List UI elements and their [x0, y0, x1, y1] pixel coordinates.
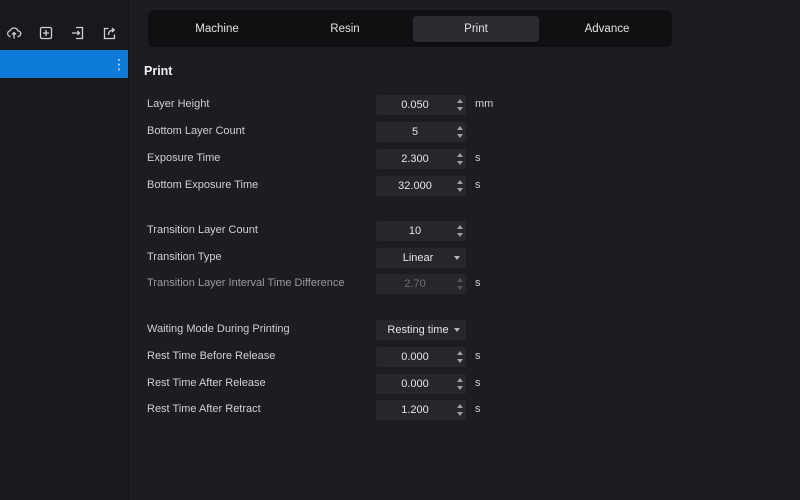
transition-interval-input: 2.70 [376, 274, 466, 294]
rest-after-retract-unit: s [475, 403, 481, 415]
rest-after-retract-row: Rest Time After Retract 1.200 s [147, 400, 567, 420]
rest-after-retract-input[interactable]: 1.200 [376, 400, 466, 420]
increment-arrow-icon[interactable] [455, 223, 464, 231]
waiting-mode-value[interactable]: Resting time [376, 320, 460, 340]
bottom-layer-count-input[interactable]: 5 [376, 122, 466, 142]
transition-type-select[interactable]: Linear [376, 248, 466, 268]
layer-height-value[interactable]: 0.050 [376, 95, 454, 115]
decrement-arrow-icon[interactable] [455, 132, 464, 140]
rest-before-release-value[interactable]: 0.000 [376, 347, 454, 367]
bottom-exposure-time-value[interactable]: 32.000 [376, 176, 454, 196]
transition-layer-count-row: Transition Layer Count 10 [147, 221, 567, 241]
tab-print[interactable]: Print [413, 16, 539, 42]
transition-layer-count-label: Transition Layer Count [147, 224, 258, 236]
bottom-layer-count-row: Bottom Layer Count 5 [147, 122, 567, 142]
transition-interval-unit: s [475, 277, 481, 289]
waiting-mode-row: Waiting Mode During Printing Resting tim… [147, 320, 567, 340]
decrement-arrow-icon[interactable] [455, 186, 464, 194]
decrement-arrow-icon[interactable] [455, 231, 464, 239]
increment-arrow-icon[interactable] [455, 349, 464, 357]
layer-height-row: Layer Height 0.050 mm [147, 95, 567, 115]
exposure-time-row: Exposure Time 2.300 s [147, 149, 567, 169]
decrement-arrow-icon[interactable] [455, 105, 464, 113]
exposure-time-unit: s [475, 152, 481, 164]
transition-interval-label: Transition Layer Interval Time Differenc… [147, 277, 345, 289]
increment-arrow-icon[interactable] [455, 178, 464, 186]
export-icon[interactable] [101, 24, 119, 42]
tab-machine[interactable]: Machine [154, 16, 280, 42]
bottom-layer-count-value[interactable]: 5 [376, 122, 454, 142]
import-icon[interactable] [69, 24, 87, 42]
increment-arrow-icon[interactable] [455, 402, 464, 410]
tab-resin[interactable]: Resin [282, 16, 408, 42]
increment-arrow-icon[interactable] [455, 151, 464, 159]
rest-after-release-row: Rest Time After Release 0.000 s [147, 374, 567, 394]
exposure-time-value[interactable]: 2.300 [376, 149, 454, 169]
sidebar-toolbar [0, 24, 128, 42]
rest-after-release-unit: s [475, 377, 481, 389]
bottom-exposure-time-row: Bottom Exposure Time 32.000 s [147, 176, 567, 196]
transition-layer-count-input[interactable]: 10 [376, 221, 466, 241]
chevron-down-icon[interactable] [454, 256, 460, 260]
sidebar: ⋮ [0, 0, 129, 500]
rest-after-release-value[interactable]: 0.000 [376, 374, 454, 394]
section-title: Print [144, 64, 173, 78]
settings-tabbar: Machine Resin Print Advance [148, 10, 672, 47]
add-profile-icon[interactable] [37, 24, 55, 42]
transition-interval-row: Transition Layer Interval Time Differenc… [147, 274, 567, 294]
increment-arrow-icon [455, 276, 464, 284]
increment-arrow-icon[interactable] [455, 376, 464, 384]
increment-arrow-icon[interactable] [455, 124, 464, 132]
rest-after-retract-value[interactable]: 1.200 [376, 400, 454, 420]
decrement-arrow-icon[interactable] [455, 384, 464, 392]
waiting-mode-select[interactable]: Resting time [376, 320, 466, 340]
chevron-down-icon[interactable] [454, 328, 460, 332]
bottom-exposure-time-label: Bottom Exposure Time [147, 179, 259, 191]
exposure-time-input[interactable]: 2.300 [376, 149, 466, 169]
transition-type-value[interactable]: Linear [376, 248, 460, 268]
transition-type-label: Transition Type [147, 251, 222, 263]
exposure-time-label: Exposure Time [147, 152, 221, 164]
layer-height-label: Layer Height [147, 98, 210, 110]
rest-before-release-label: Rest Time Before Release [147, 350, 276, 362]
rest-after-release-label: Rest Time After Release [147, 377, 266, 389]
rest-after-retract-label: Rest Time After Retract [147, 403, 261, 415]
decrement-arrow-icon[interactable] [455, 159, 464, 167]
decrement-arrow-icon[interactable] [455, 357, 464, 365]
bottom-exposure-time-unit: s [475, 179, 481, 191]
more-options-icon[interactable]: ⋮ [112, 55, 126, 73]
rest-after-release-input[interactable]: 0.000 [376, 374, 466, 394]
decrement-arrow-icon [455, 284, 464, 292]
bottom-layer-count-label: Bottom Layer Count [147, 125, 245, 137]
transition-interval-value: 2.70 [404, 278, 426, 290]
transition-layer-count-value[interactable]: 10 [376, 221, 454, 241]
cloud-upload-icon[interactable] [5, 24, 23, 42]
transition-type-row: Transition Type Linear [147, 248, 567, 268]
rest-before-release-row: Rest Time Before Release 0.000 s [147, 347, 567, 367]
rest-before-release-unit: s [475, 350, 481, 362]
bottom-exposure-time-input[interactable]: 32.000 [376, 176, 466, 196]
tab-advance[interactable]: Advance [544, 16, 670, 42]
layer-height-input[interactable]: 0.050 [376, 95, 466, 115]
waiting-mode-label: Waiting Mode During Printing [147, 323, 290, 335]
increment-arrow-icon[interactable] [455, 97, 464, 105]
decrement-arrow-icon[interactable] [455, 410, 464, 418]
layer-height-unit: mm [475, 98, 494, 110]
selected-profile-row[interactable]: ⋮ [0, 50, 128, 78]
rest-before-release-input[interactable]: 0.000 [376, 347, 466, 367]
